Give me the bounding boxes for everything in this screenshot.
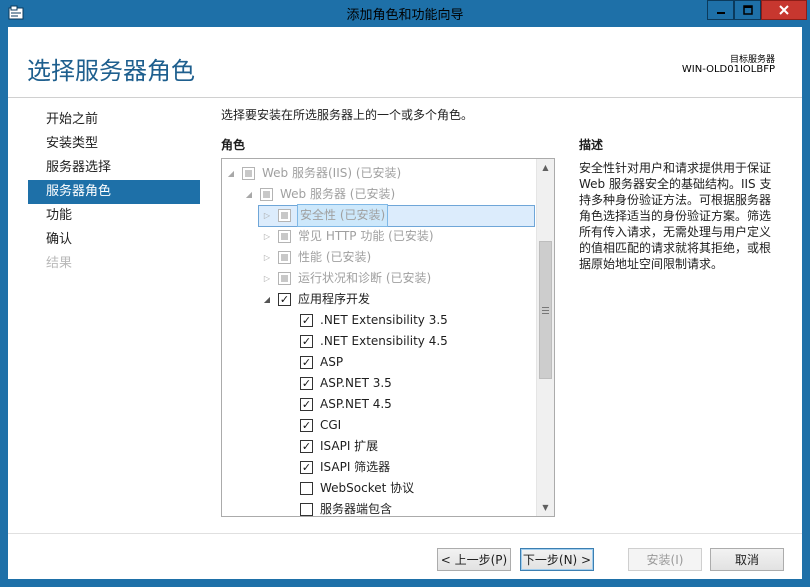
scrollbar-thumb[interactable] <box>539 241 552 379</box>
tree-row-label: 性能 (已安装) <box>298 250 372 264</box>
tree-row-net-ext-35[interactable]: ✓ .NET Extensibility 3.5 <box>300 310 448 331</box>
tree-row-net-ext-45[interactable]: ✓ .NET Extensibility 4.5 <box>300 331 448 352</box>
page-title: 选择服务器角色 <box>27 57 195 85</box>
tree-row-cgi[interactable]: ✓ CGI <box>300 415 341 436</box>
tree-row-isapi-ext[interactable]: ✓ ISAPI 扩展 <box>300 436 378 457</box>
next-button[interactable]: 下一步(N) > <box>520 548 594 571</box>
nav-step-confirmation[interactable]: 确认 <box>28 228 200 252</box>
checked-checkbox[interactable]: ✓ <box>300 440 313 453</box>
previous-button[interactable]: < 上一步(P) <box>437 548 511 571</box>
maximize-icon <box>742 5 753 15</box>
expanded-triangle-icon[interactable]: ◢ <box>244 184 254 205</box>
installed-checkbox <box>260 188 273 201</box>
tree-row-label: 服务器端包含 <box>320 502 393 516</box>
collapsed-triangle-icon[interactable]: ▷ <box>262 205 272 226</box>
roles-tree[interactable]: ◢ Web 服务器(IIS) (已安装) ◢ Web 服务器 (已安装) ▷ 安… <box>221 158 555 517</box>
tree-row-label: ASP.NET 4.5 <box>320 397 392 411</box>
wizard-client-area: 选择服务器角色 目标服务器 WIN-OLD01IOLBFP 开始之前 安装类型 … <box>8 27 802 579</box>
checked-checkbox[interactable]: ✓ <box>300 335 313 348</box>
tree-row-asp[interactable]: ✓ ASP <box>300 352 343 373</box>
tree-row-common-http[interactable]: ▷ 常见 HTTP 功能 (已安装) <box>262 226 434 247</box>
tree-row-web-server-iis[interactable]: ◢ Web 服务器(IIS) (已安装) <box>226 163 401 184</box>
tree-row-web-server[interactable]: ◢ Web 服务器 (已安装) <box>244 184 395 205</box>
installed-checkbox <box>242 167 255 180</box>
tree-row-isapi-filter[interactable]: ✓ ISAPI 筛选器 <box>300 457 390 478</box>
install-button: 安装(I) <box>628 548 702 571</box>
tree-row-security[interactable]: ▷ 安全性 (已安装) <box>262 204 389 227</box>
description-text: 安全性针对用户和请求提供用于保证 Web 服务器安全的基础结构。IIS 支持多种… <box>579 161 772 271</box>
target-server-name: WIN-OLD01IOLBFP <box>681 64 775 75</box>
checked-checkbox[interactable]: ✓ <box>300 356 313 369</box>
scroll-up-arrow-icon[interactable]: ▲ <box>537 159 554 176</box>
nav-step-features[interactable]: 功能 <box>28 204 200 228</box>
tree-row-label: 安全性 (已安装) <box>296 204 389 227</box>
nav-step-server-roles[interactable]: 服务器角色 <box>28 180 200 204</box>
instruction-text: 选择要安装在所选服务器上的一个或多个角色。 <box>221 108 474 122</box>
checked-checkbox[interactable]: ✓ <box>278 293 291 306</box>
nav-step-server-selection[interactable]: 服务器选择 <box>28 156 200 180</box>
roles-tree-viewport: ◢ Web 服务器(IIS) (已安装) ◢ Web 服务器 (已安装) ▷ 安… <box>222 159 536 516</box>
close-button[interactable] <box>761 0 807 20</box>
tree-row-label: 常见 HTTP 功能 (已安装) <box>298 229 434 243</box>
nav-step-before-you-begin[interactable]: 开始之前 <box>28 108 200 132</box>
maximize-button[interactable] <box>734 0 761 20</box>
nav-step-results: 结果 <box>46 256 73 271</box>
window-title: 添加角色和功能向导 <box>346 8 464 23</box>
expanded-triangle-icon[interactable]: ◢ <box>262 289 272 310</box>
collapsed-triangle-icon[interactable]: ▷ <box>262 247 272 268</box>
wizard-window: 添加角色和功能向导 选择服务器角色 目标服务器 WIN-OLD01IOLBFP … <box>0 0 810 587</box>
checked-checkbox[interactable]: ✓ <box>300 314 313 327</box>
tree-row-websocket[interactable]: WebSocket 协议 <box>300 478 414 499</box>
checked-checkbox[interactable]: ✓ <box>300 398 313 411</box>
roles-tree-scrollbar[interactable]: ▲ ▼ <box>536 159 554 516</box>
tree-row-label: .NET Extensibility 3.5 <box>320 313 448 327</box>
tree-row-label: ASP <box>320 355 344 369</box>
installed-checkbox <box>278 272 291 285</box>
tree-row-performance[interactable]: ▷ 性能 (已安装) <box>262 247 371 268</box>
collapsed-triangle-icon[interactable]: ▷ <box>262 268 272 289</box>
title-bar[interactable]: 添加角色和功能向导 <box>0 0 810 27</box>
minimize-icon <box>716 12 725 14</box>
close-icon <box>779 5 789 15</box>
description-heading: 描述 <box>579 138 604 152</box>
tree-row-label: CGI <box>320 418 342 432</box>
expanded-triangle-icon[interactable]: ◢ <box>226 163 236 184</box>
checked-checkbox[interactable]: ✓ <box>300 419 313 432</box>
wizard-header: 选择服务器角色 目标服务器 WIN-OLD01IOLBFP <box>8 27 802 97</box>
cancel-button[interactable]: 取消 <box>710 548 784 571</box>
wizard-steps-nav: 开始之前 安装类型 服务器选择 服务器角色 功能 确认 结果 <box>28 108 200 276</box>
tree-row-application-development[interactable]: ◢ ✓ 应用程序开发 <box>262 289 370 310</box>
tree-row-label: ASP.NET 3.5 <box>320 376 392 390</box>
tree-row-label: .NET Extensibility 4.5 <box>320 334 448 348</box>
tree-row-label: ISAPI 扩展 <box>320 439 379 453</box>
tree-row-label: 运行状况和诊断 (已安装) <box>298 271 432 285</box>
roles-heading: 角色 <box>221 138 246 152</box>
tree-row-label: WebSocket 协议 <box>320 481 415 495</box>
tree-row-label: Web 服务器(IIS) (已安装) <box>262 166 402 180</box>
checked-checkbox[interactable]: ✓ <box>300 377 313 390</box>
header-divider <box>8 97 802 98</box>
tree-row-label: ISAPI 筛选器 <box>320 460 391 474</box>
tree-row-label: 应用程序开发 <box>298 292 371 306</box>
scroll-down-arrow-icon[interactable]: ▼ <box>537 499 554 516</box>
minimize-button[interactable] <box>707 0 734 20</box>
tree-row-aspnet-35[interactable]: ✓ ASP.NET 3.5 <box>300 373 392 394</box>
nav-step-installation-type[interactable]: 安装类型 <box>28 132 200 156</box>
unchecked-checkbox[interactable] <box>300 503 313 516</box>
installed-checkbox <box>278 230 291 243</box>
footer-divider <box>8 533 802 534</box>
collapsed-triangle-icon[interactable]: ▷ <box>262 226 272 247</box>
grip-icon <box>542 306 549 314</box>
installed-checkbox <box>278 251 291 264</box>
unchecked-checkbox[interactable] <box>300 482 313 495</box>
tree-row-server-side-include[interactable]: 服务器端包含 <box>300 499 392 516</box>
tree-row-health-diagnostics[interactable]: ▷ 运行状况和诊断 (已安装) <box>262 268 431 289</box>
tree-row-aspnet-45[interactable]: ✓ ASP.NET 4.5 <box>300 394 392 415</box>
installed-checkbox <box>278 209 291 222</box>
tree-row-label: Web 服务器 (已安装) <box>280 187 396 201</box>
checked-checkbox[interactable]: ✓ <box>300 461 313 474</box>
